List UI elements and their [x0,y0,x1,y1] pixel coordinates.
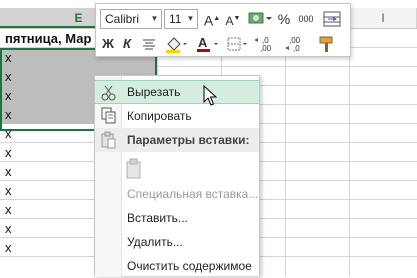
currency-format-icon [248,12,272,24]
menu-item-label: Очистить содержимое [127,259,252,273]
decrease-font-button[interactable]: A▼ [224,9,242,29]
menu-item-clear-contents[interactable]: Очистить содержимое [95,254,259,278]
merge-cells-icon [323,11,341,27]
context-menu: Вырезать Копировать Параметры вставки: С… [94,75,260,278]
increase-decimal-icon: ,0,00 [254,36,272,53]
font-size-value: 11 [169,12,182,26]
font-color-button[interactable]: A [195,34,221,54]
chevron-down-icon: ▼ [186,14,195,23]
mini-toolbar: Calibri ▼ 11 ▼ A▲ A▼ % 000 Ж К A ,0,00 ,… [95,3,351,57]
menu-item-paste-option[interactable] [95,152,259,182]
menu-item-label: Вставить... [127,211,188,225]
paint-bucket-icon [166,37,187,53]
borders-icon [227,37,247,51]
column-header-i[interactable]: I [350,8,417,28]
menu-item-label: Копировать [127,109,192,123]
menu-item-label: Вырезать [127,85,181,99]
increase-font-button[interactable]: A▲ [203,9,221,29]
format-painter-icon [319,36,333,52]
bold-button[interactable]: Ж [100,34,116,54]
italic-button[interactable]: К [119,34,135,54]
svg-text:,00: ,00 [260,44,272,53]
font-name-value: Calibri [105,12,140,26]
font-name-combo[interactable]: Calibri ▼ [100,9,162,29]
merge-center-button[interactable] [322,9,344,29]
menu-item-paste-special[interactable]: Специальная вставка... [95,182,259,206]
menu-item-insert[interactable]: Вставить... [95,206,259,230]
thousands-separator-button[interactable]: 000 [295,9,317,29]
mouse-cursor-icon [203,85,217,106]
borders-button[interactable] [225,34,249,54]
decrease-decimal-button[interactable]: ,00,0 [283,34,311,54]
format-painter-button[interactable] [316,34,338,54]
increase-decimal-button[interactable]: ,0,00 [252,34,280,54]
copy-icon [99,106,119,126]
font-color-icon: A [197,35,218,52]
menu-item-delete[interactable]: Удалить... [95,230,259,254]
menu-item-label: Специальная вставка... [127,187,259,201]
number-format-button[interactable] [246,9,272,29]
percent-button[interactable]: % [276,9,292,29]
scissors-icon [99,83,119,103]
svg-text:,0: ,0 [293,44,300,53]
chevron-down-icon: ▼ [150,14,159,23]
fill-color-button[interactable] [164,34,188,54]
font-size-combo[interactable]: 11 ▼ [164,9,198,29]
menu-section-paste-options: Параметры вставки: [95,128,259,152]
menu-item-copy[interactable]: Копировать [95,104,259,128]
align-center-icon [143,39,155,50]
menu-item-label: Удалить... [127,235,183,249]
svg-text:A: A [198,35,208,50]
paste-option-icon [125,158,145,179]
align-center-button[interactable] [140,34,158,54]
decrease-decimal-icon: ,00,0 [285,36,301,53]
menu-item-cut[interactable]: Вырезать [95,80,259,104]
paste-icon [99,130,119,150]
menu-section-label: Параметры вставки: [127,133,250,147]
